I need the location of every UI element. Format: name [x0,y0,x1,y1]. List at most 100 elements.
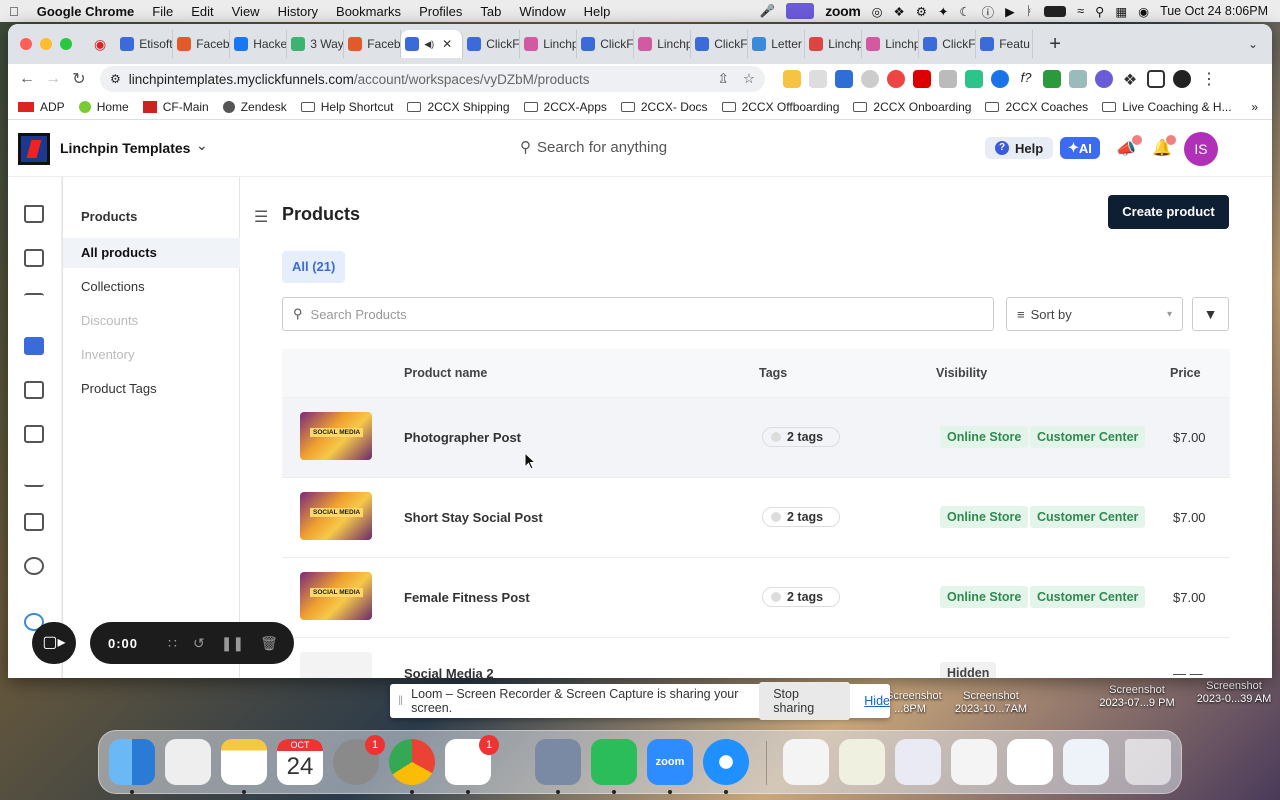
microphone-icon[interactable]: 🎤 [760,4,776,19]
product-name[interactable]: Social Media 2 [404,666,494,678]
bookmark-cf-main[interactable]: CF-Main [142,100,209,114]
zoom-app-icon[interactable]: zoom [647,739,693,785]
app-menu[interactable]: Google Chrome [28,4,144,19]
desktop-file[interactable]: Screenshot 2023-07...9 PM [1098,684,1176,710]
desktop-file[interactable]: Screenshot 2023-0...39 AM [1192,680,1276,706]
store-icon[interactable] [24,337,44,355]
youtube-icon[interactable] [913,70,931,88]
recent-document-icon[interactable] [1063,739,1109,785]
menu-file[interactable]: File [143,4,182,19]
bookmark-2ccx-shipping[interactable]: 2CCX Shipping [407,100,510,114]
launchpad-icon[interactable] [165,739,211,785]
home-icon[interactable] [24,205,44,223]
clock[interactable]: Tue Oct 24 8:06PM [1160,4,1268,18]
gear-status-icon[interactable]: ⚙ [916,4,927,19]
subnav-item-discounts[interactable]: Discounts [81,313,138,328]
bookmark-zendesk[interactable]: Zendesk [222,100,287,114]
browser-tab[interactable]: Featu [976,30,1034,58]
analytics-icon[interactable] [24,469,44,487]
menu-edit[interactable]: Edit [182,4,222,19]
recent-document-icon[interactable] [895,739,941,785]
share-icon[interactable]: ⇫ [718,71,729,87]
trash-icon[interactable]: 🗑 [260,635,278,652]
wifi-icon[interactable]: ≈ [1077,4,1084,18]
menu-help[interactable]: Help [575,4,620,19]
stop-sharing-button[interactable]: Stop sharing [759,682,851,720]
target-icon[interactable]: ◎ [872,4,883,19]
column-header-tags[interactable]: Tags [759,366,787,380]
control-center-icon[interactable]: ▦ [1115,4,1127,19]
finder-icon[interactable] [109,739,155,785]
extension-icon[interactable] [887,70,905,88]
menu-toggle-icon[interactable]: ☰ [254,207,268,227]
help-button[interactable]: ? Help [985,137,1054,159]
safari-icon[interactable] [703,739,749,785]
menu-bookmarks[interactable]: Bookmarks [327,4,410,19]
bookmark-2ccx-docs[interactable]: 2CCX- Docs [620,100,708,114]
table-row[interactable]: Social Media 2 Hidden — — [282,637,1230,678]
address-bar[interactable]: ⚙ linchpintemplates.myclickfunnels.com/a… [100,66,765,92]
browser-tab[interactable]: Linchp [862,30,920,58]
extension-icon[interactable] [861,70,879,88]
close-tab-icon[interactable]: ✕ [442,37,452,51]
sort-select[interactable]: ≡ Sort by ▾ [1006,297,1183,331]
bookmark-live-coaching[interactable]: Live Coaching & H... [1102,100,1232,114]
numbers-icon[interactable] [591,739,637,785]
camera-icon[interactable] [939,70,957,88]
global-search[interactable]: ⚲ Search for anything [520,138,667,157]
extension-icon[interactable] [965,70,983,88]
browser-tab[interactable]: Linchp [805,30,863,58]
minimize-window-button[interactable] [40,38,52,50]
recording-dot-icon[interactable]: ◉ [94,36,106,53]
product-name[interactable]: Short Stay Social Post [404,510,543,525]
drag-handle-icon[interactable]: ∷ [168,635,177,652]
calendar-icon[interactable]: OCT 24 [277,739,323,785]
desktop-file[interactable]: Screenshot 2023-10...7AM [952,690,1030,716]
browser-tab[interactable]: Facebook [173,30,231,58]
cart-icon[interactable] [24,381,44,399]
bookmark-2ccx-coaches[interactable]: 2CCX Coaches [985,100,1088,114]
browser-tab[interactable]: Etisoft [116,30,174,58]
play-icon[interactable]: ▶ [1005,4,1015,19]
bluetooth-icon[interactable]: ᛓ [1026,4,1034,18]
browser-tab[interactable]: Letter [748,30,806,58]
site-info-icon[interactable]: ⚙ [110,72,121,86]
puzzle-icon[interactable]: ❖ [1121,70,1139,89]
extension-icon[interactable] [991,70,1009,88]
menu-window[interactable]: Window [510,4,574,19]
bookmark-2ccx-onboarding[interactable]: 2CCX Onboarding [853,100,971,114]
ai-button[interactable]: ✦ AI [1060,137,1100,159]
product-search-input[interactable]: ⚲ Search Products [282,297,994,331]
subnav-item-collections[interactable]: Collections [81,279,145,294]
pages-icon[interactable] [24,249,44,267]
restart-icon[interactable]: ↺ [193,635,205,652]
back-button[interactable]: ← [14,70,40,88]
profile-icon[interactable] [1173,70,1191,88]
function-icon[interactable]: f? [1017,70,1035,88]
info-icon[interactable]: ⓘ [982,2,995,21]
workspace-logo[interactable] [18,133,50,165]
siri-icon[interactable]: ◉ [1138,4,1149,19]
recent-document-icon[interactable] [839,739,885,785]
search-status-icon[interactable]: ⚲ [1095,4,1104,19]
recent-document-icon[interactable] [1007,739,1053,785]
bookmark-2ccx-apps[interactable]: 2CCX-Apps [523,100,607,114]
speaker-icon[interactable]: ◀) [424,39,434,50]
chevron-down-icon[interactable]: ⌄ [196,137,208,154]
menu-history[interactable]: History [269,4,327,19]
extension-icon[interactable] [783,70,801,88]
bookmark-2ccx-offboarding[interactable]: 2CCX Offboarding [721,100,839,114]
product-name[interactable]: Photographer Post [404,430,521,445]
bookmark-home[interactable]: Home [78,100,129,114]
funnel-icon[interactable] [24,293,44,311]
email-icon[interactable] [24,513,44,531]
download-icon[interactable] [1043,70,1061,88]
menu-profiles[interactable]: Profiles [410,4,471,19]
table-row[interactable]: SOCIAL MEDIA Short Stay Social Post 2 ta… [282,477,1230,557]
zoom-status-icon[interactable]: zoom [825,3,861,19]
contacts-icon[interactable] [24,425,44,443]
subnav-item-inventory[interactable]: Inventory [81,347,134,362]
tags-pill[interactable]: 2 tags [762,587,840,607]
browser-tab[interactable]: ClickF [919,30,977,58]
trash-can-icon[interactable] [1125,739,1171,785]
